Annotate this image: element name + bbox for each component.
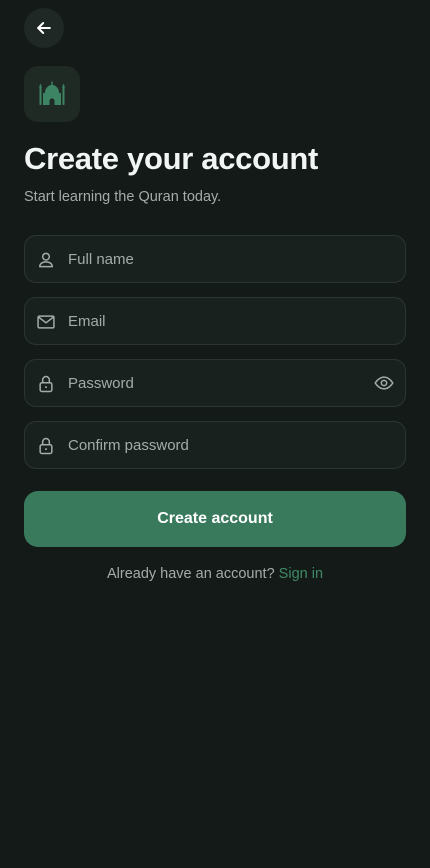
confirm-password-field[interactable] — [24, 421, 406, 469]
page-subtitle: Start learning the Quran today. — [24, 189, 222, 205]
email-field[interactable] — [24, 297, 406, 345]
signin-prompt: Already have an account? Sign in — [0, 566, 430, 582]
password-field[interactable] — [24, 359, 406, 407]
password-input[interactable] — [68, 360, 368, 406]
show-password-toggle[interactable] — [371, 372, 397, 394]
lock-icon — [35, 373, 57, 395]
sign-in-link[interactable]: Sign in — [279, 566, 323, 582]
confirm-password-input[interactable] — [68, 422, 368, 468]
page-title: Create your account — [24, 141, 319, 176]
signin-prompt-text: Already have an account? — [106, 566, 275, 582]
back-button[interactable] — [24, 8, 64, 48]
mosque-icon — [39, 81, 65, 105]
user-icon — [35, 249, 57, 271]
arrow-left-icon — [37, 22, 51, 34]
app-logo — [24, 66, 80, 122]
email-input[interactable] — [68, 298, 368, 344]
full-name-field[interactable] — [24, 235, 406, 283]
mail-icon — [35, 311, 57, 333]
lock-icon — [35, 435, 57, 457]
create-account-button[interactable]: Create account — [24, 491, 406, 547]
full-name-input[interactable] — [68, 236, 368, 282]
eye-icon — [374, 376, 394, 390]
